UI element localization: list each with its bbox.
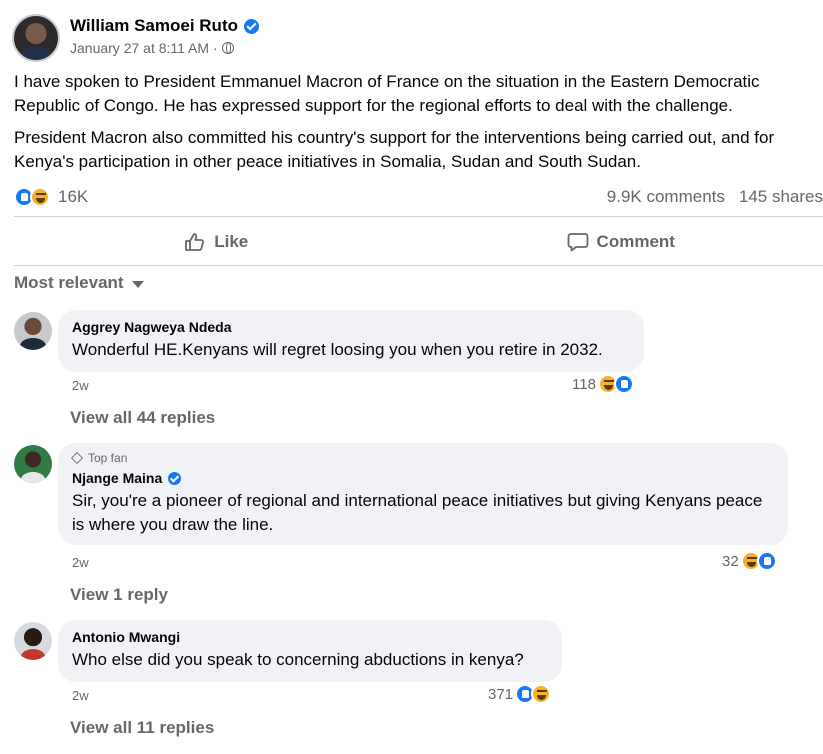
commenter-avatar[interactable] bbox=[14, 445, 52, 483]
comment-reaction-count: 32 bbox=[722, 552, 739, 570]
view-replies-link[interactable]: View all 11 replies bbox=[70, 718, 214, 738]
comment-reaction-count: 118 bbox=[572, 375, 596, 393]
comment-button-label: Comment bbox=[596, 232, 675, 251]
post-paragraph: I have spoken to President Emmanuel Macr… bbox=[14, 72, 760, 115]
top-fan-badge: Top fan bbox=[70, 451, 774, 465]
view-replies-link[interactable]: View 1 reply bbox=[70, 585, 168, 605]
commenter-avatar[interactable] bbox=[14, 312, 52, 350]
view-replies-link[interactable]: View all 44 replies bbox=[70, 408, 215, 428]
sort-label: Most relevant bbox=[14, 273, 124, 292]
comment-bubble: Top fan Njange Maina Sir, you're a pione… bbox=[58, 443, 788, 545]
post-timestamp[interactable]: January 27 at 8:11 AM · bbox=[70, 40, 218, 56]
reaction-icons[interactable] bbox=[14, 187, 50, 207]
shares-count[interactable]: 145 shares bbox=[739, 187, 823, 207]
divider bbox=[14, 265, 823, 266]
globe-icon bbox=[221, 42, 234, 54]
post-paragraph: President Macron also committed his coun… bbox=[14, 128, 775, 171]
post-body: I have spoken to President Emmanuel Macr… bbox=[14, 70, 814, 174]
caret-down-icon bbox=[131, 280, 144, 288]
verified-icon bbox=[243, 18, 259, 34]
haha-reaction-icon bbox=[30, 187, 50, 207]
comment-author[interactable]: Aggrey Nagweya Ndeda bbox=[72, 318, 630, 336]
like-button-label: Like bbox=[214, 232, 249, 251]
thumbs-up-icon bbox=[185, 233, 205, 251]
top-fan-label: Top fan bbox=[88, 451, 128, 465]
author-avatar[interactable] bbox=[12, 14, 60, 62]
diamond-icon bbox=[70, 451, 84, 465]
comment-text: Who else did you speak to concerning abd… bbox=[72, 650, 524, 669]
verified-icon bbox=[168, 471, 182, 485]
comment: Antonio Mwangi Who else did you speak to… bbox=[14, 620, 823, 742]
comment-time[interactable]: 2w bbox=[72, 688, 89, 703]
comment-bubble: Antonio Mwangi Who else did you speak to… bbox=[58, 620, 562, 682]
comment-time[interactable]: 2w bbox=[72, 378, 89, 393]
comment-author[interactable]: Njange Maina bbox=[72, 469, 162, 487]
haha-reaction-icon bbox=[531, 684, 552, 704]
comment-icon bbox=[567, 233, 588, 252]
comment-time[interactable]: 2w bbox=[72, 555, 89, 570]
reactions-summary: 16K 9.9K comments 145 shares bbox=[14, 184, 823, 210]
like-button[interactable]: Like bbox=[14, 222, 419, 262]
comment-author-row: Njange Maina bbox=[72, 469, 774, 487]
commenter-avatar[interactable] bbox=[14, 622, 52, 660]
comment-reactions[interactable]: 371 bbox=[488, 684, 552, 704]
comment: Top fan Njange Maina Sir, you're a pione… bbox=[14, 443, 823, 605]
comment-reaction-count: 371 bbox=[488, 685, 514, 703]
comment-text: Wonderful HE.Kenyans will regret loosing… bbox=[72, 340, 603, 359]
comment-author[interactable]: Antonio Mwangi bbox=[72, 628, 548, 646]
comment: Aggrey Nagweya Ndeda Wonderful HE.Kenyan… bbox=[14, 310, 823, 428]
like-reaction-icon bbox=[756, 551, 777, 571]
reactions-count[interactable]: 16K bbox=[58, 187, 88, 207]
comment-sort-dropdown[interactable]: Most relevant bbox=[14, 273, 144, 293]
like-reaction-icon bbox=[613, 374, 634, 394]
post-actions: Like Comment bbox=[14, 222, 823, 262]
post-author-name[interactable]: William Samoei Ruto bbox=[70, 16, 238, 36]
post-header: William Samoei Ruto January 27 at 8:11 A… bbox=[12, 14, 259, 62]
comment-text: Sir, you're a pioneer of regional and in… bbox=[72, 491, 763, 534]
divider bbox=[14, 216, 823, 217]
comment-button[interactable]: Comment bbox=[419, 222, 823, 262]
comments-count[interactable]: 9.9K comments bbox=[607, 187, 725, 207]
comment-reactions[interactable]: 118 bbox=[572, 374, 634, 394]
comment-reactions[interactable]: 32 bbox=[722, 551, 777, 571]
comment-bubble: Aggrey Nagweya Ndeda Wonderful HE.Kenyan… bbox=[58, 310, 644, 372]
